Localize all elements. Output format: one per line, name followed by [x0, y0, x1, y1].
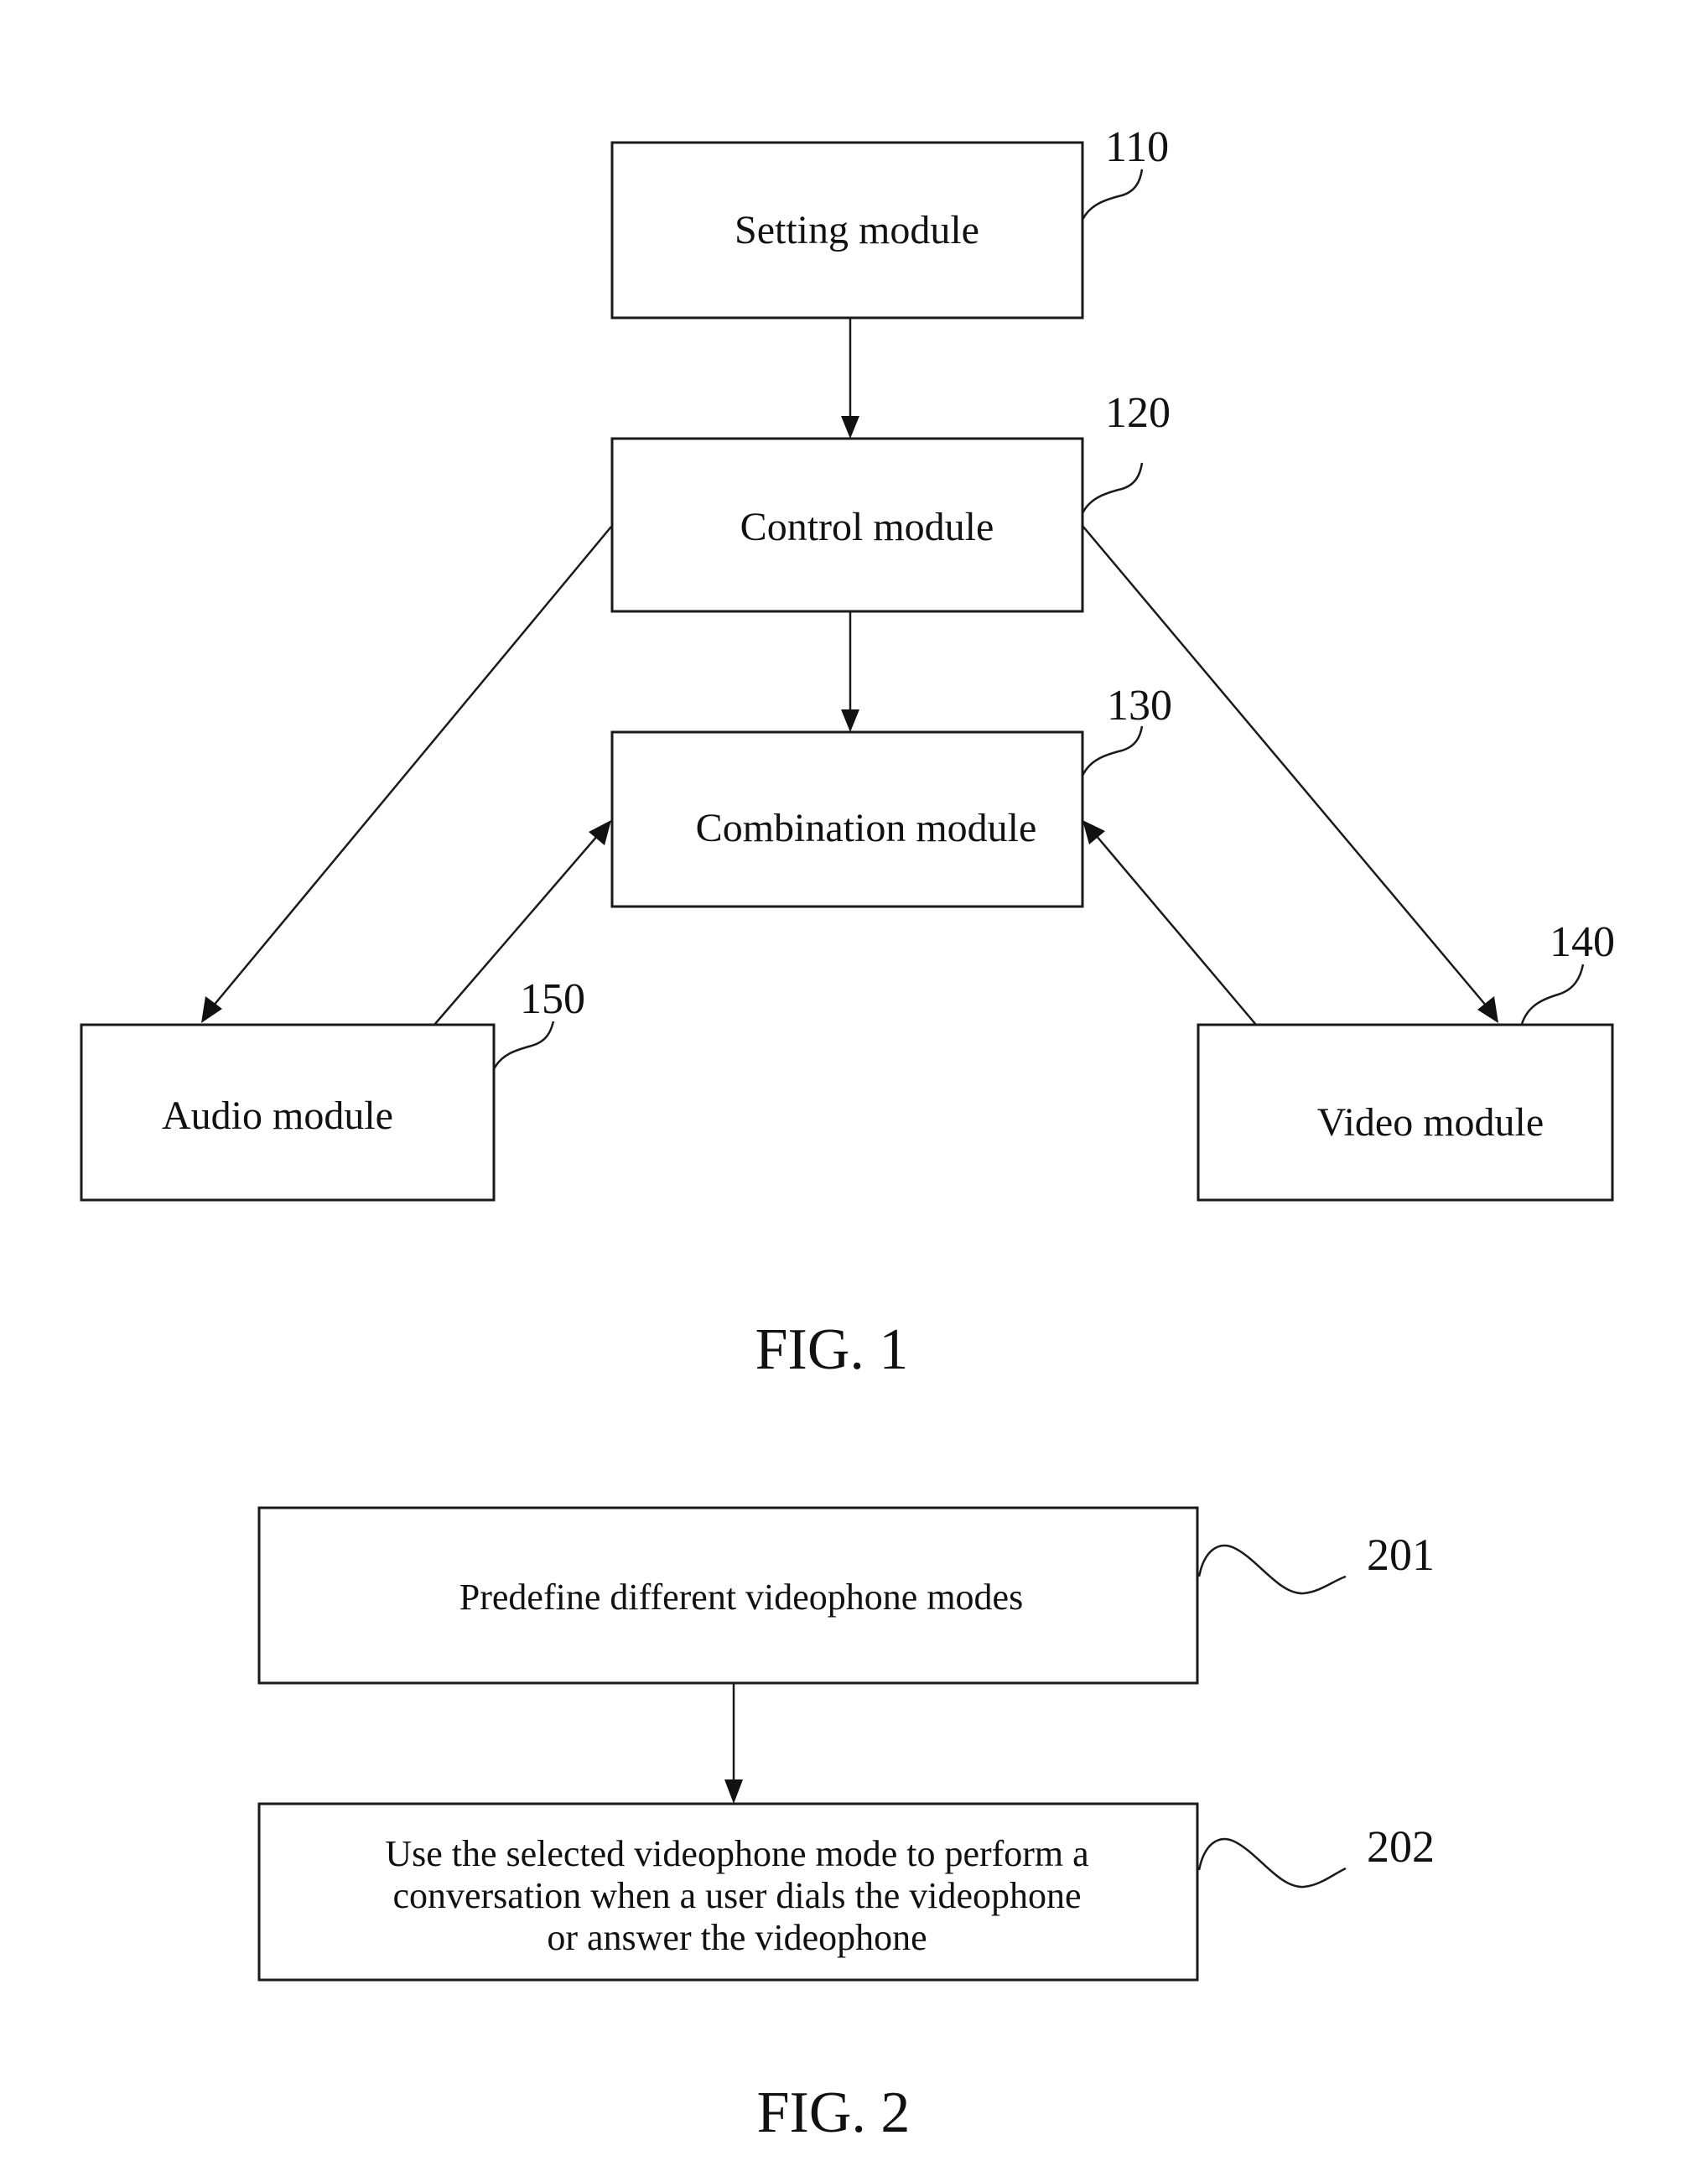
- ref-140-leader: [1520, 964, 1585, 1025]
- patent-drawing: Setting module 110 Control module 120 Co…: [80, 123, 1615, 2145]
- video-module-label: Video module: [1317, 1100, 1544, 1145]
- setting-module-label: Setting module: [735, 208, 979, 252]
- ref-110-leader: [1081, 169, 1144, 221]
- figure-1-connectors: [201, 318, 1498, 1026]
- ref-130-leader: [1081, 725, 1144, 777]
- audio-module: Audio module 150: [80, 975, 585, 1202]
- arrowhead-control-to-combination: [841, 709, 859, 732]
- ref-120-leader: [1081, 462, 1144, 514]
- arrowhead-201-to-202: [724, 1779, 743, 1804]
- audio-module-label: Audio module: [162, 1094, 393, 1138]
- arrow-video-to-combination: [1095, 834, 1257, 1026]
- ref-201: 201: [1367, 1530, 1435, 1580]
- ref-140: 140: [1550, 918, 1615, 966]
- step-202-text-line-2: conversation when a user dials the video…: [392, 1875, 1081, 1916]
- combination-module: Combination module 130: [610, 682, 1172, 908]
- setting-module: Setting module 110: [610, 123, 1169, 320]
- step-201: Predefine different videophone modes 201: [257, 1506, 1435, 1685]
- step-202-text-line-3: or answer the videophone: [547, 1917, 927, 1958]
- ref-110: 110: [1105, 123, 1169, 171]
- figure-1: Setting module 110 Control module 120 Co…: [80, 123, 1615, 1382]
- ref-202: 202: [1367, 1821, 1435, 1872]
- ref-150: 150: [520, 975, 585, 1023]
- arrow-control-to-audio: [212, 526, 612, 1007]
- video-module: Video module 140: [1197, 918, 1615, 1202]
- ref-130: 130: [1107, 682, 1172, 730]
- figure-2: Predefine different videophone modes 201…: [257, 1506, 1435, 2145]
- arrow-control-to-video: [1082, 525, 1487, 1007]
- control-module: Control module 120: [610, 389, 1171, 613]
- figure-1-caption: FIG. 1: [755, 1317, 909, 1382]
- figure-2-caption: FIG. 2: [757, 2081, 911, 2145]
- step-201-text: Predefine different videophone modes: [459, 1577, 1023, 1618]
- ref-201-leader: [1197, 1544, 1347, 1595]
- control-module-label: Control module: [740, 505, 994, 549]
- step-202-text-line-1: Use the selected videophone mode to perf…: [385, 1833, 1088, 1874]
- ref-150-leader: [492, 1021, 555, 1070]
- ref-202-leader: [1197, 1837, 1347, 1888]
- arrowhead-setting-to-control: [841, 416, 859, 439]
- combination-module-label: Combination module: [696, 806, 1037, 850]
- ref-120: 120: [1105, 389, 1171, 437]
- step-202: Use the selected videophone mode to perf…: [257, 1802, 1435, 1982]
